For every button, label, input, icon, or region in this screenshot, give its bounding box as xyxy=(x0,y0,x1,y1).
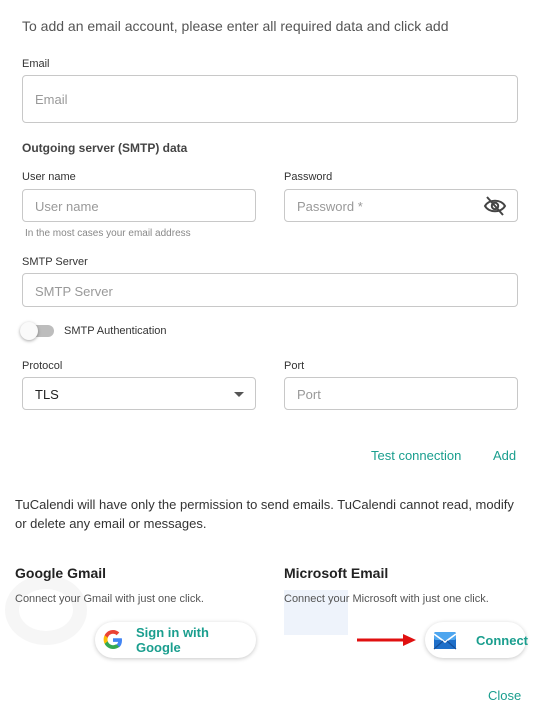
test-connection-button[interactable]: Test connection xyxy=(371,448,461,463)
username-placeholder: User name xyxy=(35,199,99,214)
google-subtitle: Connect your Gmail with just one click. xyxy=(15,593,204,605)
microsoft-connect-button[interactable]: Connect xyxy=(425,622,528,658)
protocol-select[interactable]: TLS xyxy=(22,377,256,410)
email-label: Email xyxy=(22,58,50,70)
microsoft-connect-label: Connect xyxy=(476,632,528,648)
password-label: Password xyxy=(284,171,333,183)
port-placeholder: Port xyxy=(297,387,321,402)
intro-text: To add an email account, please enter al… xyxy=(22,18,449,34)
port-field[interactable]: Port xyxy=(284,377,518,410)
password-field[interactable]: Password * xyxy=(284,189,518,222)
port-label: Port xyxy=(284,360,305,372)
username-label: User name xyxy=(22,171,76,183)
red-arrow-annotation xyxy=(357,634,416,646)
close-button[interactable]: Close xyxy=(488,688,521,703)
protocol-label: Protocol xyxy=(22,360,63,372)
google-signin-label: Sign in with Google xyxy=(136,625,209,655)
microsoft-subtitle: Connect your Microsoft with just one cli… xyxy=(284,593,489,605)
chevron-down-icon xyxy=(234,392,244,397)
google-logo-icon xyxy=(100,627,126,653)
protocol-value: TLS xyxy=(35,387,59,402)
smtp-server-label: SMTP Server xyxy=(22,256,88,268)
google-watermark-logo xyxy=(5,575,87,645)
smtp-section-title: Outgoing server (SMTP) data xyxy=(22,141,188,155)
smtp-server-placeholder: SMTP Server xyxy=(35,284,113,299)
outlook-mail-icon xyxy=(433,629,457,651)
smtp-server-field[interactable]: SMTP Server xyxy=(22,273,518,307)
google-title: Google Gmail xyxy=(15,565,107,581)
email-placeholder: Email xyxy=(35,92,68,107)
microsoft-title: Microsoft Email xyxy=(284,565,389,581)
smtp-auth-label: SMTP Authentication xyxy=(64,325,167,337)
password-placeholder: Password * xyxy=(297,199,363,214)
username-hint: In the most cases your email address xyxy=(25,228,191,239)
email-field[interactable]: Email xyxy=(22,75,518,123)
username-field[interactable]: User name xyxy=(22,189,256,222)
eye-off-icon[interactable] xyxy=(483,195,507,217)
toggle-thumb xyxy=(20,322,38,340)
smtp-auth-toggle[interactable] xyxy=(20,322,54,340)
google-signin-button[interactable]: Sign in with Google xyxy=(95,622,256,658)
permission-note: TuCalendi will have only the permission … xyxy=(15,497,514,531)
add-button[interactable]: Add xyxy=(493,448,516,463)
